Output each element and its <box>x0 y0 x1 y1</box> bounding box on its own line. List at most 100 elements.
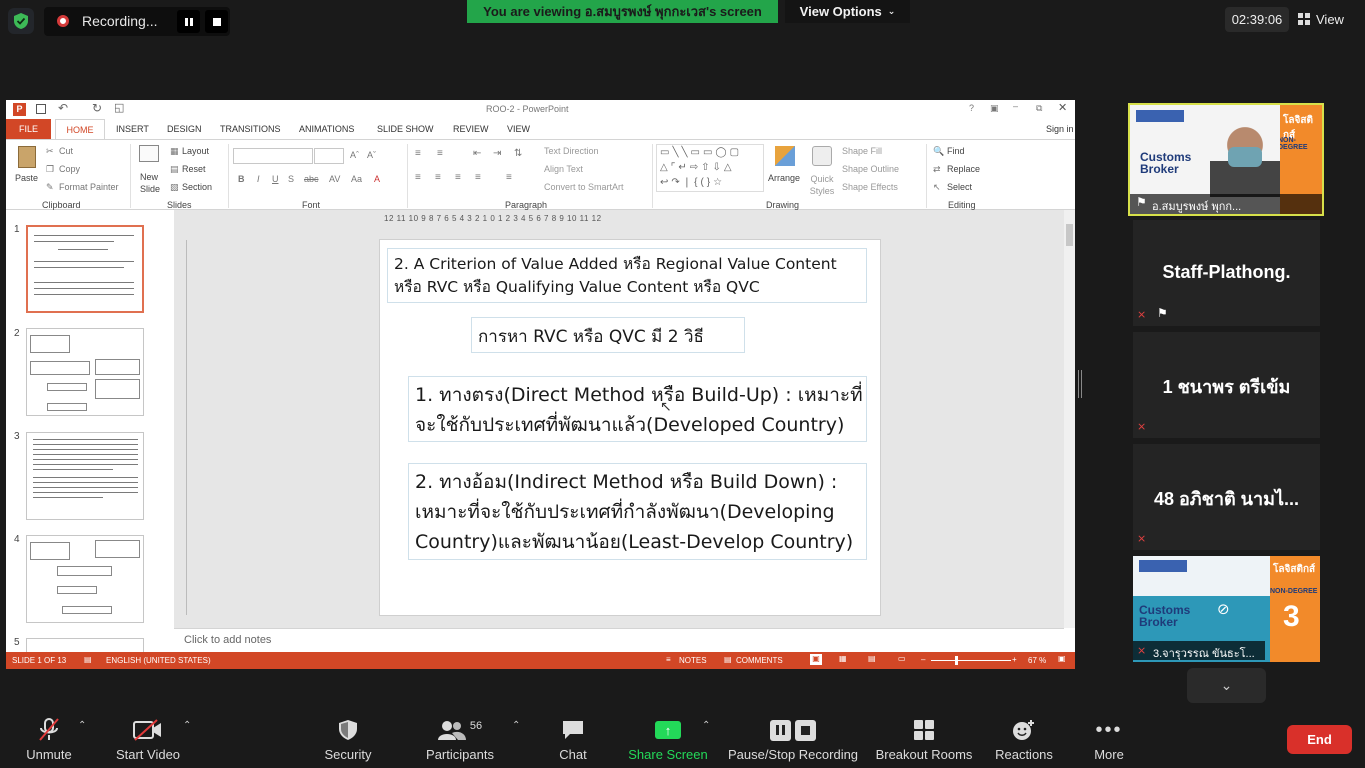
tab-review[interactable]: REVIEW <box>453 124 489 134</box>
security-shield-icon[interactable] <box>8 8 34 34</box>
grow-font-icon[interactable]: Aˆ <box>350 150 359 160</box>
tab-file[interactable]: FILE <box>6 119 51 139</box>
increase-indent-icon[interactable]: ⇥ <box>493 148 501 159</box>
numbering-icon[interactable]: ≡ <box>437 148 443 159</box>
arrange-button[interactable]: Arrange <box>768 173 800 183</box>
participant-tile-apichart[interactable]: 48 อภิชาติ นามไ... ⨯ <box>1133 444 1320 550</box>
participant-tile-jaruwan[interactable]: Customs Broker โลจิสติกส์ NON-DEGREE 3 ⊘… <box>1133 556 1320 662</box>
tab-insert[interactable]: INSERT <box>116 124 149 134</box>
bold-icon[interactable]: B <box>238 174 245 184</box>
convert-smartart-button[interactable]: Convert to SmartArt <box>544 182 624 192</box>
shape-effects-button[interactable]: Shape Effects <box>842 182 898 192</box>
slide-sorter-icon[interactable]: ▦ <box>839 654 847 663</box>
format-painter-icon[interactable]: ✎ <box>46 182 54 193</box>
select-icon[interactable]: ↖ <box>933 182 941 193</box>
slideshow-view-icon[interactable]: ▭ <box>898 654 906 663</box>
zoom-level[interactable]: 67 % <box>1028 656 1046 665</box>
close-icon[interactable]: ✕ <box>1058 101 1067 114</box>
char-spacing-icon[interactable]: AV <box>329 174 340 184</box>
paste-icon[interactable] <box>18 146 36 168</box>
direct-method-box[interactable]: 1. ทางตรง(Direct Method หรือ Build-Up) :… <box>408 376 867 442</box>
video-options-caret[interactable]: ⌃ <box>183 720 191 731</box>
layout-button[interactable]: Layout <box>182 146 209 156</box>
start-video-button[interactable]: Start Video <box>110 715 186 762</box>
font-family-select[interactable] <box>233 148 313 164</box>
fit-to-window-icon[interactable]: ▣ <box>1058 654 1066 663</box>
strikethrough-icon[interactable]: abc <box>304 174 319 184</box>
participant-tile-chanaporn[interactable]: 1 ชนาพร ตรีเข้ม ⨯ <box>1133 332 1320 438</box>
participant-tile-staff[interactable]: Staff-Plathong. ⨯ ⚑ <box>1133 220 1320 326</box>
tab-transitions[interactable]: TRANSITIONS <box>220 124 281 134</box>
view-button[interactable]: View <box>1298 7 1358 32</box>
restore-icon[interactable]: ⧉ <box>1036 103 1042 114</box>
align-center-icon[interactable]: ≡ <box>435 172 441 183</box>
scroll-down-button[interactable]: ⌄ <box>1187 668 1266 703</box>
undo-icon[interactable]: ↶ <box>58 101 68 115</box>
columns-icon[interactable]: ≡ <box>506 172 512 183</box>
change-case-icon[interactable]: Aa <box>351 174 362 184</box>
tab-home[interactable]: HOME <box>55 119 105 139</box>
quick-styles-button[interactable]: Quick Styles <box>806 173 838 197</box>
tab-design[interactable]: DESIGN <box>167 124 202 134</box>
shrink-font-icon[interactable]: Aˇ <box>367 150 376 160</box>
view-options-button[interactable]: View Options ⌄ <box>785 0 910 23</box>
slide-thumbnail-3[interactable] <box>26 432 144 520</box>
tab-view[interactable]: VIEW <box>507 124 530 134</box>
sign-in-link[interactable]: Sign in <box>1046 124 1074 134</box>
line-spacing-icon[interactable]: ⇅ <box>514 148 522 159</box>
text-direction-button[interactable]: Text Direction <box>544 146 599 156</box>
replace-icon[interactable]: ⇄ <box>933 164 941 175</box>
zoom-out-icon[interactable]: – <box>921 655 925 664</box>
font-color-icon[interactable]: A <box>374 174 380 184</box>
shape-fill-button[interactable]: Shape Fill <box>842 146 882 156</box>
format-painter-button[interactable]: Format Painter <box>59 182 119 192</box>
chat-button[interactable]: Chat <box>548 715 598 762</box>
tab-animations[interactable]: ANIMATIONS <box>299 124 354 134</box>
current-slide[interactable]: 2. A Criterion of Value Added หรือ Regio… <box>379 239 881 616</box>
share-options-caret[interactable]: ⌃ <box>702 720 710 731</box>
new-slide-icon[interactable] <box>139 145 159 162</box>
shapes-gallery[interactable]: ▭╲╲▭▭◯▢ △⌜↵⇨⇧⇩△ ↩↷❘{(}☆ <box>656 144 764 192</box>
reading-view-icon[interactable]: ▤ <box>868 654 876 663</box>
shadow-icon[interactable]: S <box>288 174 294 184</box>
spellcheck-icon[interactable]: ▤ <box>84 655 92 664</box>
reactions-button[interactable]: Reactions <box>992 715 1056 762</box>
copy-icon[interactable]: ❐ <box>46 164 54 175</box>
replace-button[interactable]: Replace <box>947 164 980 174</box>
notes-pane[interactable]: Click to add notes <box>174 628 1064 651</box>
participants-options-caret[interactable]: ⌃ <box>512 720 520 731</box>
new-slide-button[interactable]: New Slide <box>140 171 164 195</box>
zoom-slider[interactable] <box>931 660 1011 661</box>
end-meeting-button[interactable]: End <box>1287 725 1352 754</box>
justify-icon[interactable]: ≡ <box>475 172 481 183</box>
redo-icon[interactable]: ↻ <box>92 101 102 115</box>
start-slideshow-icon[interactable]: ◱ <box>114 101 124 114</box>
pause-stop-recording-button[interactable]: Pause/Stop Recording <box>726 715 860 762</box>
cut-button[interactable]: Cut <box>59 146 73 156</box>
italic-icon[interactable]: I <box>257 174 260 184</box>
find-button[interactable]: Find <box>947 146 965 156</box>
copy-button[interactable]: Copy <box>59 164 80 174</box>
reset-icon[interactable]: ▤ <box>170 164 179 175</box>
section-icon[interactable]: ▧ <box>170 182 179 193</box>
section-button[interactable]: Section <box>182 182 212 192</box>
panel-resize-handle[interactable] <box>1078 370 1082 398</box>
comments-toggle[interactable]: COMMENTS <box>736 656 783 665</box>
slide-thumbnail-2[interactable] <box>26 328 144 416</box>
save-icon[interactable] <box>36 104 46 114</box>
indirect-method-box[interactable]: 2. ทางอ้อม(Indirect Method หรือ Build Do… <box>408 463 867 560</box>
font-size-select[interactable] <box>314 148 344 164</box>
align-text-button[interactable]: Align Text <box>544 164 583 174</box>
minimize-icon[interactable]: – <box>1013 101 1018 111</box>
more-button[interactable]: ••• More <box>1086 715 1132 763</box>
decrease-indent-icon[interactable]: ⇤ <box>473 148 481 159</box>
paste-button[interactable]: Paste <box>15 173 38 183</box>
align-right-icon[interactable]: ≡ <box>455 172 461 183</box>
tab-slideshow[interactable]: SLIDE SHOW <box>377 124 434 134</box>
find-icon[interactable]: 🔍 <box>933 146 944 157</box>
notes-toggle[interactable]: NOTES <box>679 656 707 665</box>
security-button[interactable]: Security <box>318 715 378 762</box>
underline-icon[interactable]: U <box>272 174 279 184</box>
normal-view-icon[interactable]: ▣ <box>810 654 822 665</box>
slide-thumbnail-1[interactable] <box>26 225 144 313</box>
